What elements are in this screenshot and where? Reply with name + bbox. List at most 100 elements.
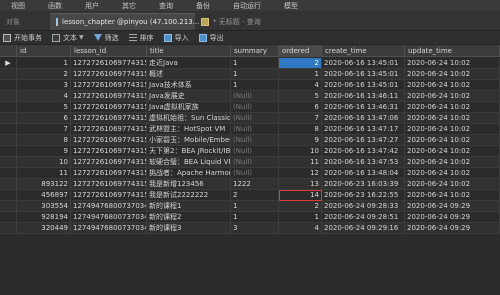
cell-id[interactable]: 303554	[17, 201, 71, 212]
cell-ordered[interactable]: 11	[279, 157, 322, 168]
cell-summary[interactable]: (Null)	[231, 124, 279, 135]
cell-lesson_id[interactable]: 1274947680073703426	[71, 223, 147, 234]
menu-item[interactable]: 其它	[111, 1, 148, 11]
column-header-id[interactable]: id	[17, 45, 71, 57]
cell-ordered[interactable]: 1	[279, 212, 322, 223]
cell-update_time[interactable]: 2020-06-24 10:02	[405, 179, 500, 190]
cell-lesson_id[interactable]: 1274947680073703426	[71, 201, 147, 212]
cell-create_time[interactable]: 2020-06-24 09:28:33	[322, 201, 405, 212]
cell-title[interactable]: 概述	[147, 69, 231, 80]
cell-title[interactable]: 武林盟主：HotSpot VM	[147, 124, 231, 135]
cell-ordered[interactable]: 6	[279, 102, 322, 113]
cell-id[interactable]: 928194	[17, 212, 71, 223]
cell-id[interactable]: 1	[17, 58, 71, 69]
cell-ordered[interactable]: 4	[279, 80, 322, 91]
row-selector[interactable]	[0, 223, 17, 234]
cell-id[interactable]: 6	[17, 113, 71, 124]
cell-summary[interactable]: 1	[231, 58, 279, 69]
cell-title[interactable]: 天下第2：BEA JRockit/IBM	[147, 146, 231, 157]
cell-title[interactable]: 走近Java	[147, 58, 231, 69]
sort-button[interactable]: 排序	[128, 33, 154, 43]
menu-item[interactable]: 查询	[148, 1, 185, 11]
cell-title[interactable]: Java虚拟机家族	[147, 102, 231, 113]
cell-id[interactable]: 11	[17, 168, 71, 179]
cell-title[interactable]: Java发展史	[147, 91, 231, 102]
column-header-summary[interactable]: summary	[231, 45, 279, 57]
cell-update_time[interactable]: 2020-06-24 10:02	[405, 146, 500, 157]
cell-ordered[interactable]: 7	[279, 113, 322, 124]
column-header-ordered[interactable]: ordered	[279, 45, 322, 57]
cell-title[interactable]: Java技术体系	[147, 80, 231, 91]
cell-create_time[interactable]: 2020-06-24 09:28:51	[322, 212, 405, 223]
cell-ordered[interactable]: 8	[279, 124, 322, 135]
cell-title[interactable]: 小家碧玉：Mobile/Embed	[147, 135, 231, 146]
cell-lesson_id[interactable]: 1272726106977431553	[71, 102, 147, 113]
column-header-update_time[interactable]: update_time	[405, 45, 500, 57]
cell-lesson_id[interactable]: 1272726106977431553	[71, 157, 147, 168]
cell-lesson_id[interactable]: 1272726106977431553	[71, 80, 147, 91]
column-header-create_time[interactable]: create_time	[322, 45, 405, 57]
cell-title[interactable]: 虚拟机始祖：Sun Classic/E	[147, 113, 231, 124]
cell-summary[interactable]: 1	[231, 201, 279, 212]
cell-lesson_id[interactable]: 1272726106977431553	[71, 179, 147, 190]
cell-summary[interactable]: 1222	[231, 179, 279, 190]
cell-summary[interactable]: (Null)	[231, 146, 279, 157]
cell-create_time[interactable]: 2020-06-16 13:45:01	[322, 69, 405, 80]
tab-lesson-chapter[interactable]: lesson_chapter @pinyou (47.100.213...	[50, 13, 199, 30]
cell-title[interactable]: 新的课程3	[147, 223, 231, 234]
column-header-lesson_id[interactable]: lesson_id	[71, 45, 147, 57]
table-row[interactable]: 31272726106977431553Java技术体系142020-06-16…	[0, 80, 500, 91]
menu-item[interactable]: 备份	[185, 1, 222, 11]
cell-update_time[interactable]: 2020-06-24 10:02	[405, 102, 500, 113]
menu-item[interactable]: 视图	[0, 1, 37, 11]
tab-objects[interactable]: 对象	[0, 13, 50, 30]
cell-update_time[interactable]: 2020-06-24 09:29	[405, 223, 500, 234]
row-selector[interactable]	[0, 124, 17, 135]
cell-update_time[interactable]: 2020-06-24 10:02	[405, 80, 500, 91]
begin-transaction-button[interactable]: 开始事务	[3, 33, 42, 43]
cell-lesson_id[interactable]: 1272726106977431553	[71, 135, 147, 146]
cell-create_time[interactable]: 2020-06-16 13:47:53	[322, 157, 405, 168]
table-row[interactable]: 3035541274947680073703426新的课程1122020-06-…	[0, 201, 500, 212]
cell-update_time[interactable]: 2020-06-24 10:02	[405, 157, 500, 168]
cell-id[interactable]: 4	[17, 91, 71, 102]
cell-summary[interactable]: (Null)	[231, 102, 279, 113]
table-row[interactable]: 9281941274947680073703426新的课程2112020-06-…	[0, 212, 500, 223]
cell-ordered[interactable]: 10	[279, 146, 322, 157]
cell-title[interactable]: 挑战者：Apache Harmony	[147, 168, 231, 179]
cell-summary[interactable]: 3	[231, 223, 279, 234]
cell-id[interactable]: 893122	[17, 179, 71, 190]
cell-id[interactable]: 456897	[17, 190, 71, 201]
cell-lesson_id[interactable]: 1272726106977431553	[71, 91, 147, 102]
cell-ordered[interactable]: 4	[279, 223, 322, 234]
tab-untitled-query[interactable]: * 无标题 - 查询	[195, 13, 267, 30]
table-row[interactable]: ▶11272726106977431553走近Java122020-06-16 …	[0, 58, 500, 69]
cell-create_time[interactable]: 2020-06-16 13:45:01	[322, 80, 405, 91]
table-row[interactable]: 81272726106977431553小家碧玉：Mobile/Embed(Nu…	[0, 135, 500, 146]
menu-item[interactable]: 自动运行	[222, 1, 273, 11]
cell-title[interactable]: 我是新增123456	[147, 179, 231, 190]
cell-summary[interactable]: 1	[231, 212, 279, 223]
cell-lesson_id[interactable]: 1272726106977431553	[71, 190, 147, 201]
cell-summary[interactable]: 2	[231, 190, 279, 201]
cell-ordered[interactable]: 5	[279, 91, 322, 102]
table-row[interactable]: 51272726106977431553Java虚拟机家族(Null)6 2020…	[0, 102, 500, 113]
cell-id[interactable]: 5	[17, 102, 71, 113]
cell-summary[interactable]: (Null)	[231, 157, 279, 168]
cell-lesson_id[interactable]: 1274947680073703426	[71, 212, 147, 223]
cell-create_time[interactable]: 2020-06-16 13:45:01	[322, 58, 405, 69]
cell-ordered[interactable]: 14	[279, 190, 322, 201]
cell-update_time[interactable]: 2020-06-24 10:02	[405, 113, 500, 124]
import-button[interactable]: 导入	[163, 33, 189, 43]
cell-summary[interactable]: (Null)	[231, 91, 279, 102]
cell-title[interactable]: 我是新试2222222	[147, 190, 231, 201]
cell-update_time[interactable]: 2020-06-24 10:02	[405, 135, 500, 146]
table-row[interactable]: 61272726106977431553虚拟机始祖：Sun Classic/E(…	[0, 113, 500, 124]
cell-summary[interactable]: (Null)	[231, 135, 279, 146]
cell-id[interactable]: 8	[17, 135, 71, 146]
row-selector[interactable]	[0, 80, 17, 91]
cell-create_time[interactable]: 2020-06-23 16:03:39	[322, 179, 405, 190]
cell-update_time[interactable]: 2020-06-24 09:29	[405, 212, 500, 223]
filter-button[interactable]: 筛选	[93, 33, 119, 43]
cell-create_time[interactable]: 2020-06-23 16:22:55	[322, 190, 405, 201]
